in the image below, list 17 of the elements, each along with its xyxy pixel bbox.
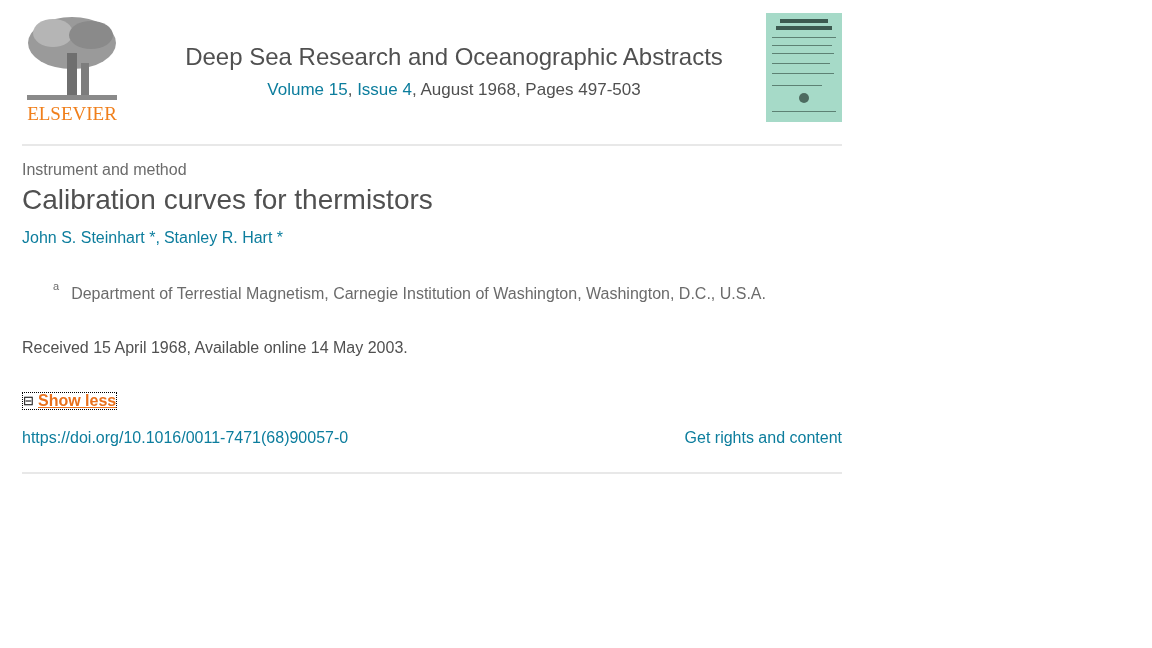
doi-link[interactable]: https://doi.org/10.1016/0011-7471(68)90057-0 <box>22 428 349 448</box>
volume-link[interactable]: Volume 15 <box>267 80 348 99</box>
article-history: Received 15 April 1968, Available online 14 May 2003. <box>22 338 408 358</box>
publisher-logo: ELSEVIER <box>27 104 117 124</box>
rights-link[interactable]: Get rights and content <box>684 428 842 448</box>
author-link[interactable]: Stanley R. Hart * <box>163 228 284 248</box>
affiliation: Department of Terrestial Magnetism, Carnegie Institution of Washington, Washington, D.C., U.S.A. <box>71 284 766 304</box>
show-less-toggle[interactable]: ⊟ Show less <box>22 392 118 410</box>
issue-link[interactable]: Issue 4 <box>357 80 412 99</box>
author-link[interactable]: John S. Steinhart * <box>22 228 156 248</box>
separator: , <box>155 228 160 248</box>
article-type: Instrument and method <box>22 160 187 180</box>
article-title: Calibration curves for thermistors <box>22 184 433 216</box>
journal-title[interactable]: Deep Sea Research and Oceanographic Abstracts <box>185 41 723 73</box>
issue-info: , August 1968, Pages 497-503 <box>411 80 641 99</box>
separator: , <box>347 80 353 99</box>
affiliation-label: a <box>53 280 60 292</box>
